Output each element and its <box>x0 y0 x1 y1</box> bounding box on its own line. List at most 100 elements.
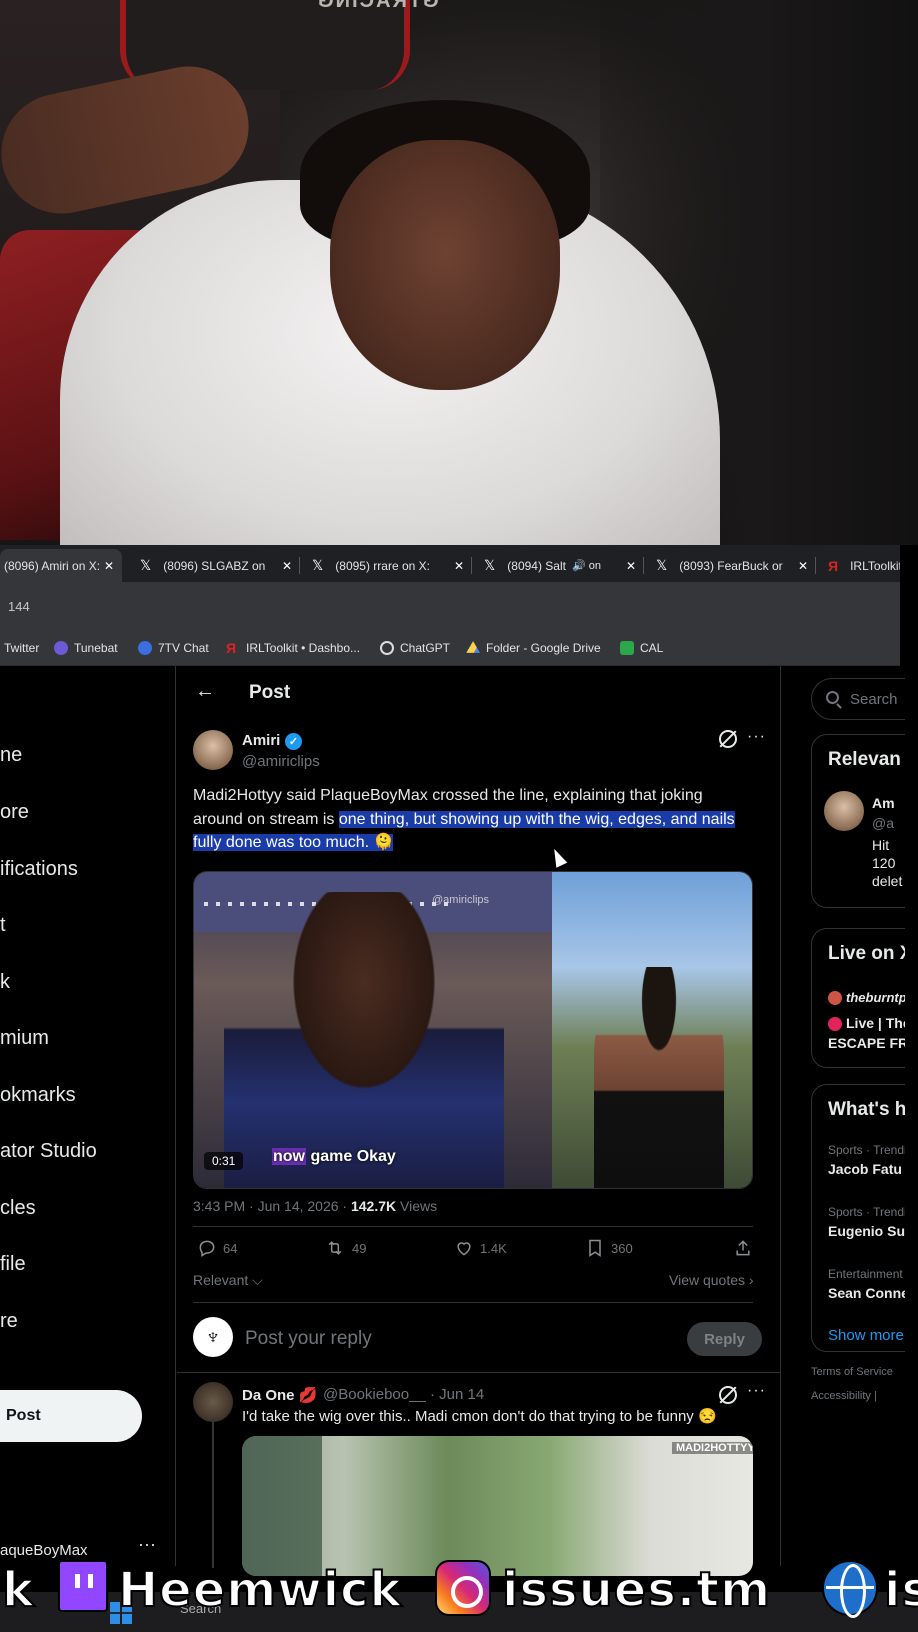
video-person-right <box>594 967 724 1188</box>
reply-count: 64 <box>223 1240 238 1256</box>
browser-tab[interactable]: (8096) Amiri on X: ✕ <box>0 549 122 582</box>
reply-icon <box>199 1240 215 1257</box>
compose-post-label: Post <box>6 1407 41 1424</box>
back-arrow-icon[interactable]: ← <box>195 680 215 703</box>
nav-chat[interactable]: t <box>0 914 6 937</box>
divider <box>193 1226 753 1227</box>
nav-home[interactable]: ne <box>0 744 22 767</box>
x-logo-icon: 𝕏 <box>312 557 324 573</box>
browser-tab[interactable]: 𝕏 (8096) SLGABZ on ✕ <box>130 549 300 582</box>
like-action[interactable]: 1.4K <box>454 1238 507 1258</box>
live-stream-title-2[interactable]: ESCAPE FRO <box>828 1035 905 1051</box>
bookmark-tunebat[interactable]: Tunebat <box>54 641 118 655</box>
comment-video[interactable]: MADI2HOTTYY <box>242 1436 753 1576</box>
reply-sort-dropdown[interactable]: Relevant ⌵ <box>193 1272 263 1289</box>
share-action[interactable] <box>733 1238 759 1258</box>
tab-separator <box>471 557 472 574</box>
repost-action[interactable]: 49 <box>324 1238 366 1258</box>
close-icon[interactable]: ✕ <box>626 559 636 573</box>
nav-explore[interactable]: ore <box>0 801 29 824</box>
bookmark-label: Tunebat <box>74 641 118 655</box>
bookmark-chatgpt[interactable]: ChatGPT <box>380 641 450 655</box>
account-more-icon[interactable]: ··· <box>138 1534 156 1555</box>
browser-tab[interactable]: 𝕏 (8095) rrare on X: ✕ <box>302 549 472 582</box>
tab-separator <box>815 557 816 574</box>
live-title: Live on X <box>828 943 905 964</box>
nav-grok[interactable]: k <box>0 971 10 994</box>
view-quotes-label: View quotes <box>669 1272 746 1288</box>
browser-tab[interactable]: 𝕏 (8094) Salt 🔊 on ✕ <box>474 549 644 582</box>
nav-notifications[interactable]: ifications <box>0 858 78 881</box>
author-name[interactable]: Amiri <box>242 732 280 749</box>
grok-icon[interactable] <box>719 730 737 748</box>
view-quotes-link[interactable]: View quotes › <box>669 1272 754 1288</box>
post-video[interactable]: @amiriclips 0:31 now game Okay <box>193 871 753 1189</box>
divider <box>193 1302 753 1303</box>
nav-profile[interactable]: file <box>0 1253 26 1276</box>
bookmark-count: 360 <box>611 1240 633 1256</box>
trend-name[interactable]: Jacob Fatu <box>828 1161 902 1177</box>
sort-label: Relevant <box>193 1272 249 1288</box>
trend-category: Sports · Trendi <box>828 1205 905 1219</box>
bookmark-twitter[interactable]: Twitter <box>4 641 39 655</box>
reply-button[interactable]: Reply <box>687 1322 762 1356</box>
chatgpt-icon <box>380 641 394 655</box>
trend-name[interactable]: Eugenio Sua <box>828 1223 905 1239</box>
video-timestamp: 0:31 <box>204 1152 244 1170</box>
address-bar[interactable]: 144 <box>0 582 900 632</box>
webcam-feed: GTRACING <box>0 0 918 545</box>
bookmark-google-drive[interactable]: Folder - Google Drive <box>466 641 601 655</box>
compose-post-button[interactable]: Post <box>0 1390 142 1442</box>
like-count: 1.4K <box>480 1240 507 1256</box>
more-options-icon[interactable]: ··· <box>747 728 766 746</box>
streamer-face <box>330 140 560 390</box>
more-options-icon[interactable]: ··· <box>747 1382 766 1400</box>
grok-icon[interactable] <box>719 1386 737 1404</box>
bookmark-irltoolkit[interactable]: Я IRLToolkit • Dashbo... <box>226 641 360 655</box>
browser-tab[interactable]: 𝕏 (8093) FearBuck or ✕ <box>646 549 816 582</box>
trend-category: Entertainment <box>828 1267 903 1281</box>
bookmark-7tv-chat[interactable]: 7TV Chat <box>138 641 209 655</box>
chevron-right-icon: › <box>745 1272 754 1288</box>
tab-title: (8095) rrare on X: <box>335 558 430 573</box>
nav-articles[interactable]: cles <box>0 1197 36 1220</box>
footer-accessibility-link[interactable]: Accessibility | <box>811 1390 877 1402</box>
account-handle[interactable]: aqueBoyMax <box>0 1542 88 1559</box>
bookmark-cal[interactable]: CAL <box>620 641 663 655</box>
close-icon[interactable]: ✕ <box>798 559 808 573</box>
trend-name[interactable]: Sean Conne <box>828 1285 905 1301</box>
audio-icon: 🔊 on <box>571 560 601 572</box>
bookmark-action[interactable]: 360 <box>585 1238 633 1258</box>
nav-creator-studio[interactable]: ator Studio <box>0 1140 97 1163</box>
repost-count: 49 <box>352 1240 367 1256</box>
show-more-link[interactable]: Show more <box>828 1327 904 1344</box>
commenter-avatar[interactable] <box>193 1382 233 1422</box>
my-avatar: ♆ <box>193 1317 233 1357</box>
footer-terms-link[interactable]: Terms of Service <box>811 1366 893 1378</box>
relevant-user-avatar[interactable] <box>824 791 864 831</box>
author-avatar[interactable] <box>193 730 233 770</box>
commenter-name[interactable]: Da One 💋 <box>242 1386 317 1404</box>
live-host-name[interactable]: theburntpe <box>846 990 905 1005</box>
relevant-user-name[interactable]: Am <box>872 795 895 811</box>
nav-premium[interactable]: mium <box>0 1027 49 1050</box>
reply-action[interactable]: 64 <box>197 1238 237 1258</box>
close-icon[interactable]: ✕ <box>282 559 292 573</box>
close-icon[interactable]: ✕ <box>454 559 464 573</box>
commenter-handle[interactable]: @Bookieboo__ · Jun 14 <box>323 1386 484 1403</box>
relevant-user-bio: delet <box>872 873 903 889</box>
browser-tab[interactable]: Я IRLToolkit <box>818 549 900 582</box>
tab-title: (8093) FearBuck or <box>679 558 783 573</box>
post-time[interactable]: 3:43 PM · Jun 14, 2026 · <box>193 1198 351 1214</box>
author-handle[interactable]: @amiriclips <box>242 753 320 770</box>
share-icon <box>736 1240 750 1256</box>
comment-video-watermark: MADI2HOTTYY <box>672 1442 753 1454</box>
nav-more[interactable]: re <box>0 1310 18 1333</box>
reply-input[interactable]: Post your reply <box>245 1328 372 1350</box>
nav-bookmarks[interactable]: okmarks <box>0 1084 76 1107</box>
post-text: Madi2Hottyy said PlaqueBoyMax crossed th… <box>193 784 753 855</box>
live-stream-title[interactable]: Live | The <box>846 1015 905 1031</box>
close-icon[interactable]: ✕ <box>104 559 114 573</box>
chevron-down-icon: ⌵ <box>248 1272 263 1288</box>
search-input[interactable]: Search <box>811 678 905 720</box>
